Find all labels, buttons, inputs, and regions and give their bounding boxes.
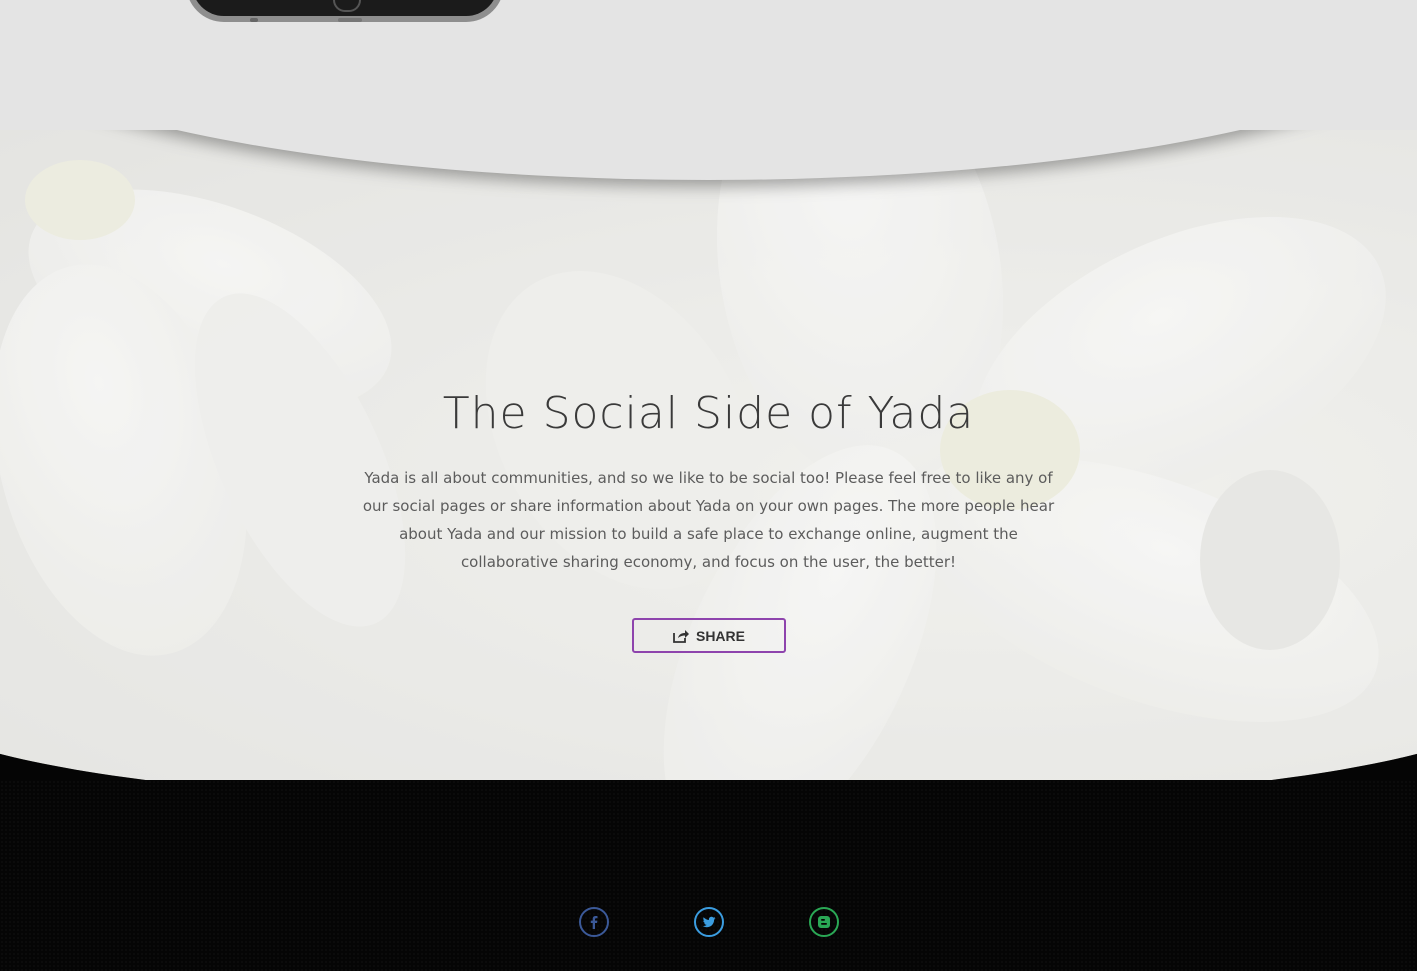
section-title: The Social Side of Yada: [442, 388, 975, 439]
phone-home-button: [333, 0, 361, 12]
share-label: SHARE: [695, 627, 745, 644]
phone-port: [338, 18, 362, 22]
twitter-link[interactable]: [694, 907, 724, 937]
facebook-icon: [590, 916, 598, 929]
footer: [0, 780, 1417, 971]
phone-mic: [250, 18, 258, 22]
share-button[interactable]: SHARE: [632, 618, 786, 653]
twitter-icon: [702, 916, 716, 928]
facebook-link[interactable]: [579, 907, 609, 937]
phone-image: [186, 0, 504, 22]
share-icon: [673, 629, 689, 643]
blogger-link[interactable]: [809, 907, 839, 937]
section-description: Yada is all about communities, and so we…: [362, 469, 1055, 571]
blogger-icon: [818, 916, 830, 928]
